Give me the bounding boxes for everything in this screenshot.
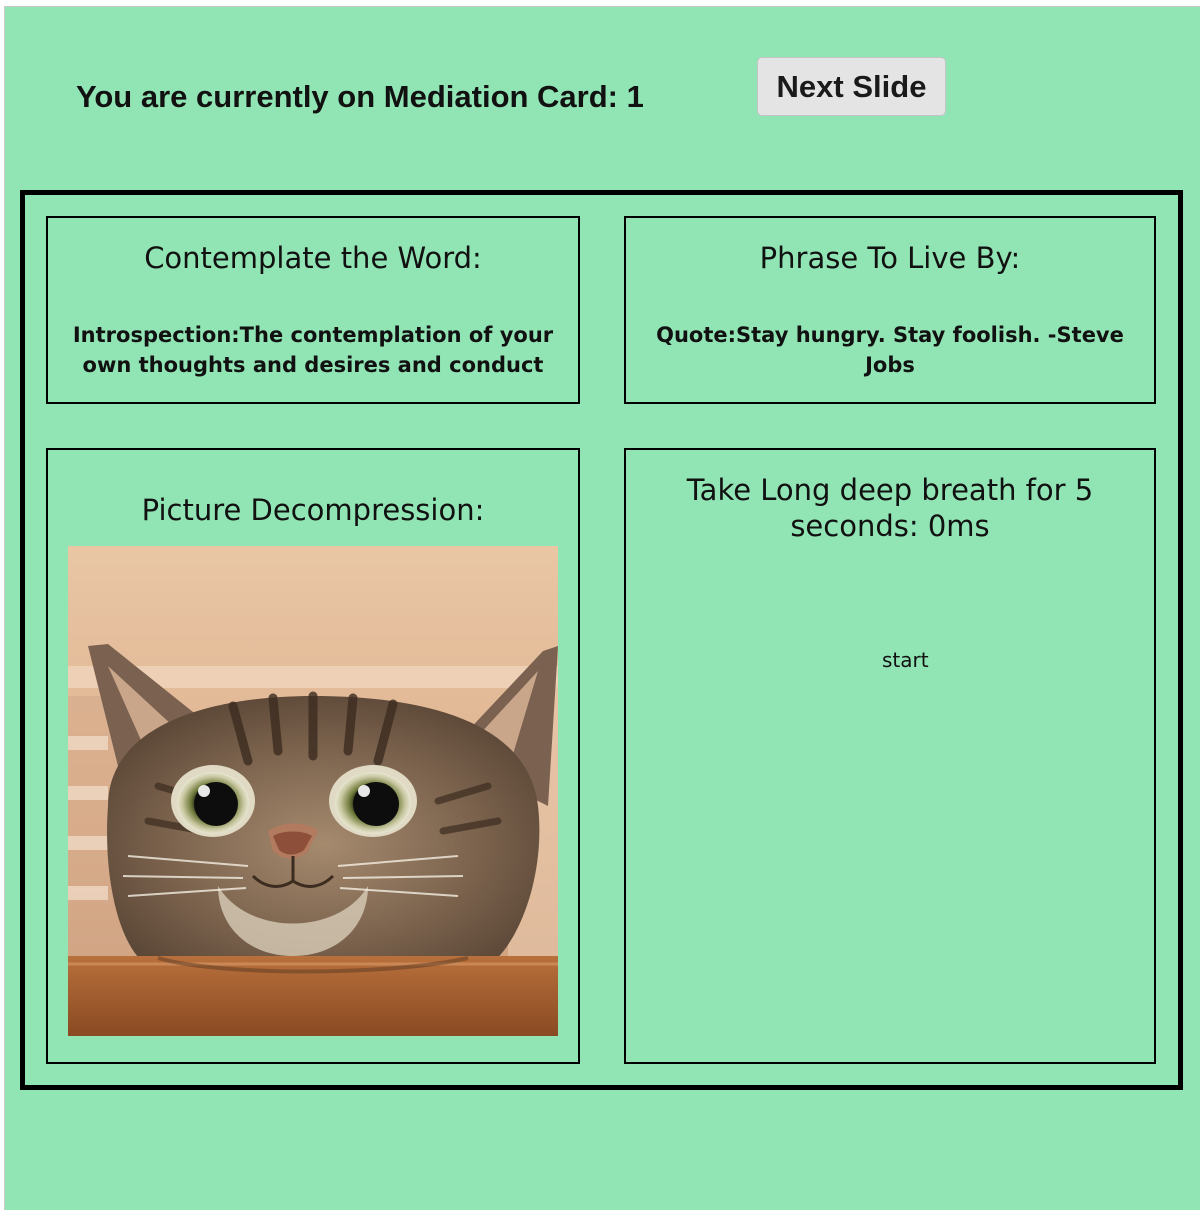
phrase-card: Phrase To Live By: Quote:Stay hungry. St… (624, 216, 1156, 404)
word-card: Contemplate the Word: Introspection:The … (46, 216, 580, 404)
phrase-card-title: Phrase To Live By: (759, 241, 1021, 275)
picture-card-title: Picture Decompression: (141, 493, 485, 527)
current-card-status: You are currently on Mediation Card: 1 (76, 79, 644, 114)
word-card-definition: Introspection:The contemplation of your … (72, 323, 554, 377)
breathing-card: Take Long deep breath for 5 seconds: 0ms… (624, 448, 1156, 1064)
word-card-title: Contemplate the Word: (144, 241, 482, 275)
picture-card: Picture Decompression: (46, 448, 580, 1064)
start-timer-button[interactable]: start (882, 648, 929, 672)
breathing-card-title: Take Long deep breath for 5 seconds: 0ms (686, 473, 1094, 543)
cat-picture (68, 546, 558, 1036)
next-slide-button[interactable]: Next Slide (757, 57, 946, 116)
phrase-card-quote: Quote:Stay hungry. Stay foolish. -Steve … (656, 323, 1124, 377)
cat-illustration (68, 546, 558, 1036)
